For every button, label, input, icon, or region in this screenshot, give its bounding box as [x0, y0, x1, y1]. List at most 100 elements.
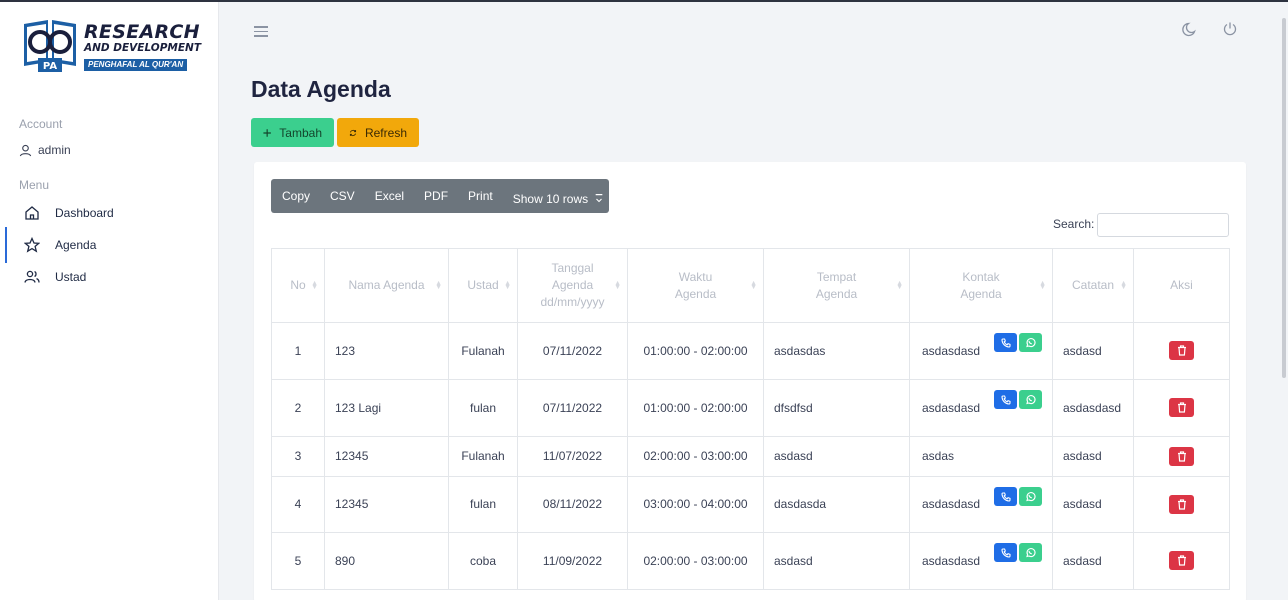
page-scrollbar[interactable]	[1282, 18, 1286, 378]
column-header-label: Tempat Agenda	[815, 269, 858, 301]
table-row: 1 123 Fulanah 07/11/2022 01:00:00 - 02:00:00…	[271, 322, 1230, 380]
sidebar: PA RESEARCH AND DEVELOPMENT PENGHAFAL AL…	[0, 2, 219, 600]
show-rows-dropdown[interactable]: Show 10 rows	[513, 192, 604, 206]
column-header-ustad[interactable]: Ustad ▲ ▼	[448, 248, 518, 323]
sort-icon: ▲ ▼	[311, 280, 318, 291]
refresh-button[interactable]: Refresh	[337, 118, 419, 147]
phone-icon	[1000, 337, 1011, 348]
column-header-tanggal-agenda[interactable]: Tanggal Agenda dd/mm/yyyy ▲ ▼	[517, 248, 628, 323]
excel-button[interactable]: Excel	[375, 189, 404, 203]
cell-aksi	[1133, 532, 1230, 590]
power-icon[interactable]	[1222, 21, 1238, 37]
call-button[interactable]	[994, 543, 1017, 562]
add-agenda-button[interactable]: Tambah	[251, 118, 334, 147]
phone-icon	[1000, 394, 1011, 405]
cell-kontak: asdasdasd	[909, 322, 1053, 380]
menu-section-label: Menu	[19, 178, 50, 192]
table-header-row: No ▲ ▼ Nama Agenda ▲ ▼ Ustad ▲ ▼ Tanggal Agend…	[271, 248, 1230, 323]
sidebar-item-ustad[interactable]: Ustad	[0, 263, 218, 291]
kontak-text: asdasdasd	[922, 400, 981, 415]
cell-catatan: asdasdasd	[1052, 379, 1134, 437]
search-input[interactable]	[1097, 213, 1229, 237]
whatsapp-button[interactable]	[1019, 333, 1042, 352]
table-row: 3 12345 Fulanah 11/07/2022 02:00:00 - 03:00:…	[271, 436, 1230, 477]
cell-ustad: fulan	[448, 476, 518, 533]
call-button[interactable]	[994, 333, 1017, 352]
column-header-waktu-agenda[interactable]: Waktu Agenda ▲ ▼	[627, 248, 764, 323]
logo-tagline: PENGHAFAL AL QUR'AN	[84, 59, 188, 71]
whatsapp-button[interactable]	[1019, 487, 1042, 506]
cell-ustad: Fulanah	[448, 322, 518, 380]
table-export-toolbar: Copy CSV Excel PDF Print Show 10 rows	[271, 179, 609, 213]
phone-icon	[1000, 491, 1011, 502]
cell-tempat: asdasd	[763, 532, 910, 590]
kontak-actions	[994, 390, 1042, 409]
table-row: 2 123 Lagi fulan 07/11/2022 01:00:00 - 02:00…	[271, 379, 1230, 437]
cell-nama-agenda: 123	[324, 322, 449, 380]
cell-tempat: asdasd	[763, 436, 910, 477]
column-header-label: Nama Agenda	[348, 278, 425, 292]
kontak-actions	[994, 487, 1042, 506]
whatsapp-button[interactable]	[1019, 543, 1042, 562]
cell-no: 1	[271, 322, 325, 380]
whatsapp-icon	[1026, 548, 1036, 558]
print-button[interactable]: Print	[468, 189, 493, 203]
hamburger-line	[254, 35, 268, 37]
kontak-actions	[994, 543, 1042, 562]
table-row: 4 12345 fulan 08/11/2022 03:00:00 - 04:00:00…	[271, 476, 1230, 533]
kontak-actions	[994, 333, 1042, 352]
column-header-label: Aksi	[1170, 278, 1193, 292]
delete-button[interactable]	[1169, 341, 1194, 360]
phone-icon	[1000, 547, 1011, 558]
kontak-text: asdasdasd	[922, 343, 981, 358]
cell-kontak: asdasdasd	[909, 532, 1053, 590]
whatsapp-icon	[1026, 395, 1036, 405]
cell-kontak: asdasdasd	[909, 379, 1053, 437]
hamburger-line	[254, 30, 268, 32]
column-header-kontak-agenda[interactable]: Kontak Agenda ▲ ▼	[909, 248, 1053, 323]
cell-no: 2	[271, 379, 325, 437]
trash-icon	[1177, 555, 1186, 566]
cell-nama-agenda: 12345	[324, 476, 449, 533]
sidebar-item-dashboard[interactable]: Dashboard	[0, 199, 218, 227]
star-icon	[24, 237, 40, 253]
refresh-icon	[349, 129, 357, 136]
call-button[interactable]	[994, 390, 1017, 409]
account-username: admin	[38, 143, 71, 157]
account-user[interactable]: admin	[19, 143, 71, 157]
column-header-tempat-agenda[interactable]: Tempat Agenda ▲ ▼	[763, 248, 910, 323]
cell-ustad: fulan	[448, 379, 518, 437]
column-header-catatan[interactable]: Catatan ▲ ▼	[1052, 248, 1134, 323]
cell-waktu: 02:00:00 - 03:00:00	[627, 532, 764, 590]
copy-button[interactable]: Copy	[282, 189, 310, 203]
agenda-table: No ▲ ▼ Nama Agenda ▲ ▼ Ustad ▲ ▼ Tanggal Agend…	[271, 248, 1230, 590]
users-icon	[24, 270, 40, 283]
brand-logo[interactable]: PA RESEARCH AND DEVELOPMENT PENGHAFAL AL…	[22, 18, 202, 76]
logo-emblem-icon: PA	[24, 20, 76, 72]
cell-aksi	[1133, 476, 1230, 533]
cell-nama-agenda: 12345	[324, 436, 449, 477]
cell-tempat: asdasdas	[763, 322, 910, 380]
delete-button[interactable]	[1169, 446, 1194, 466]
sidebar-item-agenda[interactable]: Agenda	[0, 227, 218, 263]
menu-toggle-button[interactable]	[254, 26, 268, 37]
column-header-no[interactable]: No ▲ ▼	[271, 248, 325, 323]
cell-no: 4	[271, 476, 325, 533]
cell-waktu: 03:00:00 - 04:00:00	[627, 476, 764, 533]
call-button[interactable]	[994, 487, 1017, 506]
trash-icon	[1177, 450, 1186, 462]
sort-icon: ▲ ▼	[435, 280, 442, 291]
moon-icon[interactable]	[1182, 21, 1198, 37]
column-header-nama-agenda[interactable]: Nama Agenda ▲ ▼	[324, 248, 449, 323]
whatsapp-button[interactable]	[1019, 390, 1042, 409]
plus-icon	[263, 128, 271, 137]
cell-ustad: coba	[448, 532, 518, 590]
delete-button[interactable]	[1169, 398, 1194, 417]
pdf-button[interactable]: PDF	[424, 189, 448, 203]
column-header-label: Tanggal Agenda dd/mm/yyyy	[540, 261, 605, 309]
delete-button[interactable]	[1169, 494, 1194, 514]
cell-aksi	[1133, 436, 1230, 477]
sidebar-item-label: Agenda	[55, 238, 97, 252]
csv-button[interactable]: CSV	[330, 189, 355, 203]
delete-button[interactable]	[1169, 551, 1194, 570]
